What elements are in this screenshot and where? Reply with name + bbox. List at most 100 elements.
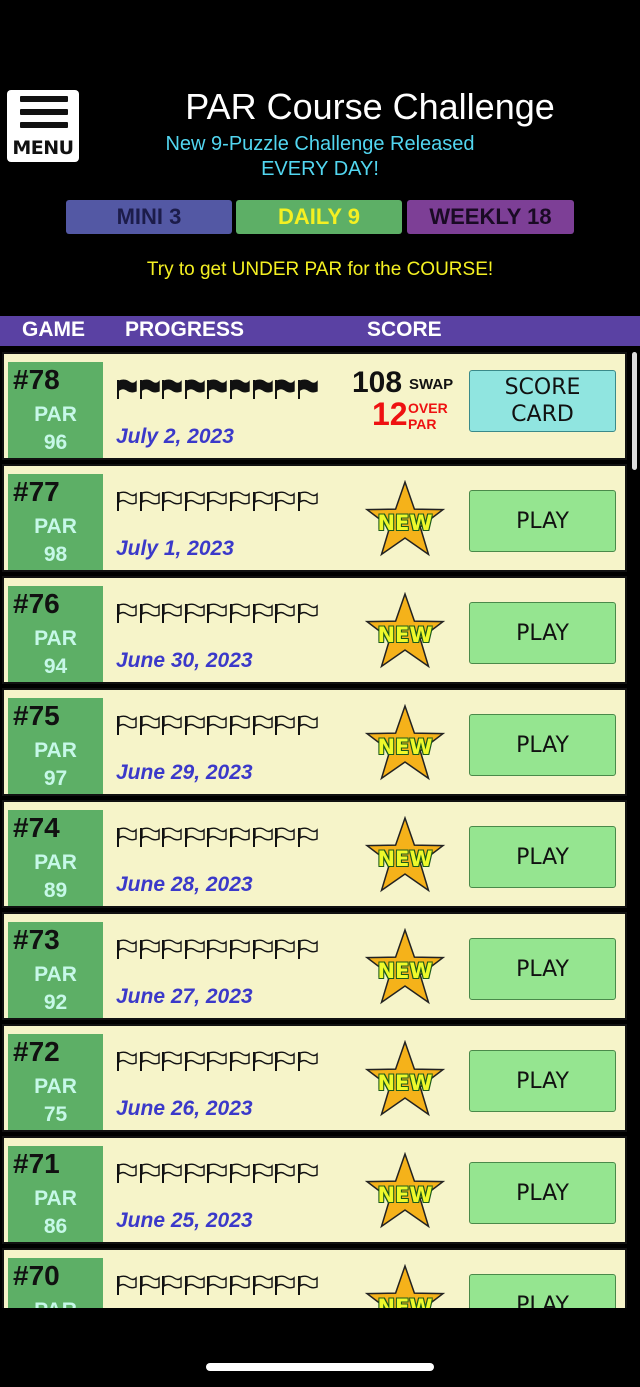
play-label: PLAY xyxy=(516,620,569,646)
flag-icon xyxy=(230,491,250,511)
game-row[interactable]: #73 PAR 92 June 27, 2023 NEW PLAY xyxy=(2,912,627,1020)
play-button[interactable]: PLAY xyxy=(469,1162,616,1224)
home-indicator[interactable] xyxy=(206,1363,434,1371)
par-label: PAR xyxy=(34,403,77,426)
flag-icon xyxy=(275,715,295,735)
new-badge-label: NEW xyxy=(377,511,433,535)
flag-icon xyxy=(184,1051,205,1071)
flag-icon xyxy=(230,1051,250,1071)
flag-icon xyxy=(117,939,137,959)
subtitle-line: New 9-Puzzle Challenge Released xyxy=(165,133,475,155)
game-date: July 2, 2023 xyxy=(116,425,234,448)
par-value: 97 xyxy=(43,767,68,790)
scrollbar-thumb[interactable] xyxy=(632,352,637,470)
flag-icon xyxy=(184,603,205,623)
flag-icon xyxy=(139,603,160,623)
column-header-bar: GAME PROGRESS SCORE xyxy=(0,316,640,346)
hamburger-icon-bar xyxy=(20,122,68,128)
page-subtitle: New 9-Puzzle Challenge Released EVERY DA… xyxy=(0,132,640,182)
flag-icon xyxy=(297,827,318,847)
score-value: 108 xyxy=(352,366,403,399)
play-button[interactable]: PLAY xyxy=(469,826,616,888)
game-row[interactable]: #74 PAR 89 June 28, 2023 NEW PLAY xyxy=(2,800,627,908)
play-button[interactable]: PLAY xyxy=(469,1050,616,1112)
play-button[interactable]: PLAY xyxy=(469,602,616,664)
play-button[interactable]: PLAY xyxy=(469,490,616,552)
par-value: 96 xyxy=(43,431,68,454)
flag-icon xyxy=(184,379,205,399)
flag-icon xyxy=(252,491,273,511)
score-card-button[interactable]: SCORE CARD xyxy=(469,370,616,432)
flag-icon xyxy=(207,379,228,399)
new-badge-label: NEW xyxy=(377,1183,433,1207)
game-row[interactable]: #78 PAR 96 July 2, 2023 108 SWAP 12 OVER PAR SCOR… xyxy=(2,352,627,460)
flag-icon xyxy=(275,379,295,399)
flag-icon xyxy=(162,603,182,623)
game-date: July 1, 2023 xyxy=(116,537,234,560)
tab-weekly-18[interactable]: WEEKLY 18 xyxy=(407,200,574,234)
flag-icon xyxy=(230,827,250,847)
flag-icon xyxy=(184,939,205,959)
tagline: Try to get UNDER PAR for the COURSE! xyxy=(146,259,494,280)
game-row[interactable]: #72 PAR 75 June 26, 2023 NEW PLAY xyxy=(2,1024,627,1132)
tab-mini-3[interactable]: MINI 3 xyxy=(66,200,232,234)
flag-icon xyxy=(275,939,295,959)
game-number: #75 xyxy=(13,700,60,731)
game-row[interactable]: #75 PAR 97 June 29, 2023 NEW PLAY xyxy=(2,688,627,796)
progress-flags xyxy=(116,379,326,399)
play-label: PLAY xyxy=(516,844,569,870)
par-value: 89 xyxy=(43,879,68,902)
game-row[interactable]: #77 PAR 98 July 1, 2023 NEW PLAY xyxy=(2,464,627,572)
flag-icon xyxy=(297,1051,318,1071)
progress-flags xyxy=(116,1275,326,1295)
play-label: PLAY xyxy=(516,956,569,982)
flag-icon xyxy=(252,379,273,399)
flag-icon xyxy=(139,939,160,959)
game-number: #76 xyxy=(13,588,60,619)
column-header-score: SCORE xyxy=(367,318,442,341)
over-par-value: 12 xyxy=(372,396,408,432)
flag-icon xyxy=(162,1051,182,1071)
par-label: PAR xyxy=(34,1187,77,1210)
game-list[interactable]: #78 PAR 96 July 2, 2023 108 SWAP 12 OVER PAR SCOR… xyxy=(0,346,640,1308)
flag-icon xyxy=(207,1051,228,1071)
flag-icon xyxy=(207,491,228,511)
play-label: PLAY xyxy=(516,732,569,758)
flag-icon xyxy=(207,603,228,623)
new-badge-label: NEW xyxy=(377,1071,433,1095)
game-number: #77 xyxy=(13,476,60,507)
flag-icon xyxy=(275,1163,295,1183)
flag-icon xyxy=(162,827,182,847)
par-label: PAR xyxy=(34,851,77,874)
flag-icon xyxy=(252,827,273,847)
game-date: June 27, 2023 xyxy=(116,985,253,1008)
par-value: 75 xyxy=(43,1103,68,1126)
par-value: 94 xyxy=(43,655,68,678)
flag-icon xyxy=(252,1051,273,1071)
flag-icon xyxy=(207,1163,228,1183)
flag-icon xyxy=(184,1163,205,1183)
game-row[interactable]: #76 PAR 94 June 30, 2023 NEW PLAY xyxy=(2,576,627,684)
par-value: 98 xyxy=(43,543,68,566)
flag-icon xyxy=(117,1163,137,1183)
play-button[interactable]: PLAY xyxy=(469,1274,616,1308)
flag-icon xyxy=(297,379,318,399)
play-label: PLAY xyxy=(516,1292,569,1309)
flag-icon xyxy=(297,715,318,735)
flag-icon xyxy=(297,491,318,511)
flag-icon xyxy=(117,827,137,847)
par-label: PAR xyxy=(34,1075,77,1098)
game-number: #78 xyxy=(13,364,60,395)
play-button[interactable]: PLAY xyxy=(469,938,616,1000)
progress-flags xyxy=(116,491,326,511)
game-number-box: #77 PAR 98 xyxy=(8,474,103,570)
game-row[interactable]: #71 PAR 86 June 25, 2023 NEW PLAY xyxy=(2,1136,627,1244)
play-button[interactable]: PLAY xyxy=(469,714,616,776)
flag-icon xyxy=(162,939,182,959)
over-par-label: OVER PAR xyxy=(408,400,448,432)
tab-daily-9[interactable]: DAILY 9 xyxy=(236,200,402,234)
game-number-box: #72 PAR 75 xyxy=(8,1034,103,1130)
game-row[interactable]: #70 PAR NEW PLAY xyxy=(2,1248,627,1308)
flag-icon xyxy=(139,379,160,399)
par-value: 86 xyxy=(43,1215,68,1238)
